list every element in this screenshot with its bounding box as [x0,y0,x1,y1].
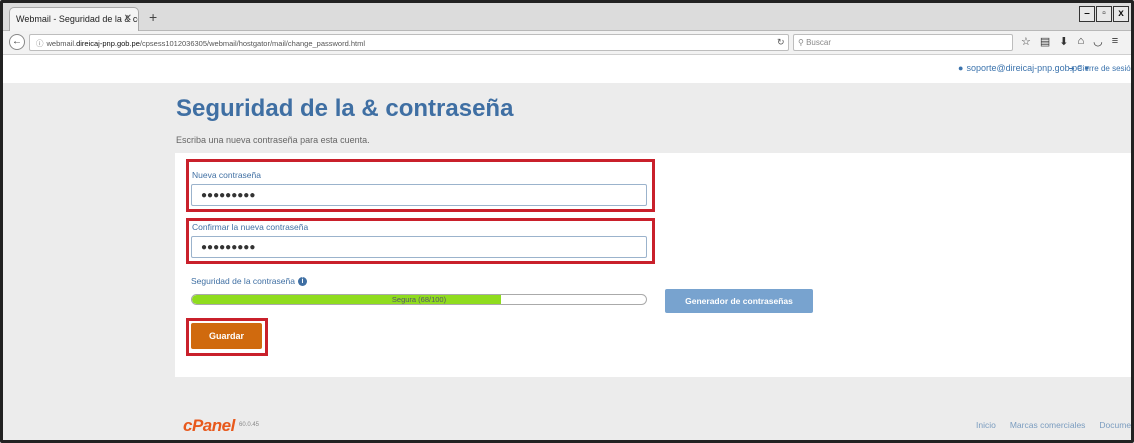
home-icon[interactable]: ⌂ [1078,35,1085,48]
tab-title: Webmail - Seguridad de la & co [16,14,139,24]
top-navigation: ● soporte@direicaj-pnp.gob.pe ▾ ➜ Cierre … [3,55,1131,83]
url-path: /cpsess1012036305/webmail/hostgator/mail… [139,39,366,48]
new-tab-button[interactable]: + [149,9,157,25]
logout-icon: ➜ [1068,64,1077,73]
strength-label: Seguridad de la contraseña i [191,276,307,287]
logout-label: Cierre de sesión [1076,64,1134,73]
maximize-button[interactable]: ▫ [1096,6,1112,22]
browser-tab[interactable]: Webmail - Seguridad de la & co ✕ [9,7,139,31]
reload-icon[interactable]: ↻ [777,37,785,48]
menu-icon[interactable]: ≡ [1112,35,1118,48]
user-icon: ● [958,63,964,73]
search-icon: ⚲ [798,38,807,47]
new-password-field[interactable]: ●●●●●●●●● [191,184,647,206]
download-icon[interactable]: ⬇ [1059,35,1068,48]
url-bar[interactable]: ⓘ webmail.direicaj-pnp.gob.pe/cpsess10120… [29,34,789,51]
window-controls: – ▫ x [1079,6,1129,22]
footer-link-trademarks[interactable]: Marcas comerciales [1010,420,1086,430]
page-subtitle: Escriba una nueva contraseña para esta c… [176,135,370,145]
new-password-label: Nueva contraseña [192,170,261,180]
close-window-button[interactable]: x [1113,6,1129,22]
page-title: Seguridad de la & contraseña [176,95,514,122]
bookmarks-icon[interactable]: ▤ [1040,35,1050,48]
star-icon[interactable]: ☆ [1021,35,1031,48]
footer-link-docs[interactable]: Docume [1099,420,1131,430]
info-icon[interactable]: i [297,277,307,287]
browser-window: Webmail - Seguridad de la & co ✕ + – ▫ x… [0,0,1134,443]
cpanel-logo[interactable]: cPanel [183,416,235,436]
password-generator-button[interactable]: Generador de contraseñas [665,289,813,313]
search-input[interactable]: ⚲ Buscar [793,34,1013,51]
navigation-bar: ← ⓘ webmail.direicaj-pnp.gob.pe/cpsess101… [3,31,1131,55]
confirm-password-label: Confirmar la nueva contraseña [192,222,309,232]
password-strength-meter: Segura (68/100) [191,294,647,305]
toolbar-icons: ☆ ▤ ⬇ ⌂ ◡ ≡ [1021,35,1118,48]
tab-bar: Webmail - Seguridad de la & co ✕ + – ▫ x [3,3,1131,31]
save-button[interactable]: Guardar [191,323,262,349]
footer: cPanel 60.0.45 Inicio Marcas comerciales… [3,395,1131,440]
confirm-password-field[interactable]: ●●●●●●●●● [191,236,647,258]
site-info-icon[interactable]: ⓘ [36,39,44,48]
footer-link-home[interactable]: Inicio [976,420,996,430]
search-placeholder: Buscar [806,38,831,47]
url-prefix: webmail. [46,39,77,48]
pocket-icon[interactable]: ◡ [1093,35,1103,48]
strength-meter-text: Segura (68/100) [391,295,447,304]
tab-close-icon[interactable]: ✕ [124,13,132,24]
logout-link[interactable]: ➜ Cierre de sesión [1068,64,1134,73]
strength-label-text: Seguridad de la contraseña [191,276,295,286]
minimize-button[interactable]: – [1079,6,1095,22]
back-arrow-icon[interactable]: ← [9,34,25,50]
url-domain: direicaj-pnp.gob.pe [76,39,140,48]
cpanel-version: 60.0.45 [239,422,260,428]
user-email: soporte@direicaj-pnp.gob.pe [966,63,1083,73]
footer-links: Inicio Marcas comerciales Docume [976,420,1131,430]
page-content: ● soporte@direicaj-pnp.gob.pe ▾ ➜ Cierre … [3,55,1131,440]
